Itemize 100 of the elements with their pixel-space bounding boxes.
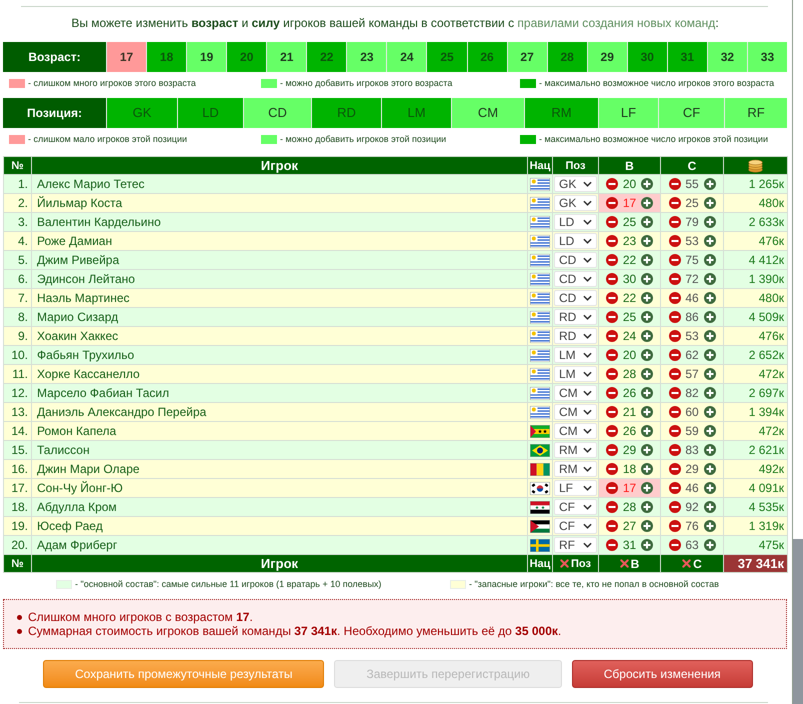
plus-icon[interactable]: [704, 501, 716, 513]
position-select[interactable]: GK: [554, 195, 597, 211]
plus-icon[interactable]: [641, 425, 653, 437]
minus-icon[interactable]: [606, 235, 618, 247]
plus-icon[interactable]: [641, 501, 653, 513]
minus-icon[interactable]: [606, 482, 618, 494]
plus-icon[interactable]: [641, 178, 653, 190]
minus-icon[interactable]: [668, 292, 680, 304]
position-select[interactable]: RD: [554, 328, 597, 344]
plus-icon[interactable]: [641, 520, 653, 532]
plus-icon[interactable]: [641, 482, 653, 494]
plus-icon[interactable]: [704, 444, 716, 456]
minus-icon[interactable]: [668, 273, 680, 285]
plus-icon[interactable]: [704, 425, 716, 437]
position-select[interactable]: LF: [554, 480, 597, 496]
minus-icon[interactable]: [668, 235, 680, 247]
minus-icon[interactable]: [606, 425, 618, 437]
reset-button[interactable]: Сбросить изменения: [572, 660, 753, 688]
plus-icon[interactable]: [641, 349, 653, 361]
plus-icon[interactable]: [641, 387, 653, 399]
plus-icon[interactable]: [641, 254, 653, 266]
minus-icon[interactable]: [606, 520, 618, 532]
plus-icon[interactable]: [704, 539, 716, 551]
minus-icon[interactable]: [668, 520, 680, 532]
minus-icon[interactable]: [606, 387, 618, 399]
minus-icon[interactable]: [668, 197, 680, 209]
plus-icon[interactable]: [641, 444, 653, 456]
position-select[interactable]: RF: [554, 537, 597, 553]
minus-icon[interactable]: [668, 254, 680, 266]
position-select[interactable]: LM: [554, 366, 597, 382]
plus-icon[interactable]: [704, 292, 716, 304]
position-select[interactable]: CM: [554, 423, 597, 439]
plus-icon[interactable]: [641, 463, 653, 475]
plus-icon[interactable]: [641, 539, 653, 551]
minus-icon[interactable]: [668, 178, 680, 190]
minus-icon[interactable]: [668, 406, 680, 418]
minus-icon[interactable]: [668, 387, 680, 399]
position-select[interactable]: LM: [554, 347, 597, 363]
position-select[interactable]: CM: [554, 385, 597, 401]
position-select[interactable]: CD: [554, 252, 597, 268]
minus-icon[interactable]: [606, 406, 618, 418]
minus-icon[interactable]: [668, 330, 680, 342]
plus-icon[interactable]: [704, 178, 716, 190]
plus-icon[interactable]: [641, 311, 653, 323]
plus-icon[interactable]: [704, 406, 716, 418]
plus-icon[interactable]: [704, 349, 716, 361]
plus-icon[interactable]: [641, 368, 653, 380]
minus-icon[interactable]: [606, 254, 618, 266]
minus-icon[interactable]: [606, 463, 618, 475]
position-select[interactable]: CD: [554, 271, 597, 287]
plus-icon[interactable]: [704, 273, 716, 285]
position-select[interactable]: LD: [554, 233, 597, 249]
minus-icon[interactable]: [606, 501, 618, 513]
position-select[interactable]: CD: [554, 290, 597, 306]
minus-icon[interactable]: [606, 216, 618, 228]
position-select[interactable]: RM: [554, 461, 597, 477]
minus-icon[interactable]: [668, 349, 680, 361]
minus-icon[interactable]: [668, 539, 680, 551]
minus-icon[interactable]: [606, 311, 618, 323]
plus-icon[interactable]: [641, 273, 653, 285]
plus-icon[interactable]: [704, 463, 716, 475]
plus-icon[interactable]: [704, 520, 716, 532]
position-select[interactable]: LD: [554, 214, 597, 230]
plus-icon[interactable]: [704, 387, 716, 399]
minus-icon[interactable]: [668, 311, 680, 323]
minus-icon[interactable]: [668, 463, 680, 475]
position-select[interactable]: RM: [554, 442, 597, 458]
plus-icon[interactable]: [641, 330, 653, 342]
plus-icon[interactable]: [641, 216, 653, 228]
position-select[interactable]: GK: [554, 176, 597, 192]
plus-icon[interactable]: [704, 311, 716, 323]
plus-icon[interactable]: [704, 368, 716, 380]
rules-link[interactable]: правилами создания новых команд: [517, 16, 716, 30]
plus-icon[interactable]: [641, 292, 653, 304]
plus-icon[interactable]: [641, 197, 653, 209]
position-select[interactable]: CM: [554, 404, 597, 420]
minus-icon[interactable]: [606, 444, 618, 456]
plus-icon[interactable]: [704, 254, 716, 266]
minus-icon[interactable]: [668, 216, 680, 228]
minus-icon[interactable]: [606, 368, 618, 380]
plus-icon[interactable]: [704, 235, 716, 247]
minus-icon[interactable]: [606, 539, 618, 551]
minus-icon[interactable]: [668, 482, 680, 494]
minus-icon[interactable]: [606, 349, 618, 361]
minus-icon[interactable]: [606, 273, 618, 285]
position-select[interactable]: RD: [554, 309, 597, 325]
position-select[interactable]: CF: [554, 518, 597, 534]
position-select[interactable]: CF: [554, 499, 597, 515]
plus-icon[interactable]: [704, 482, 716, 494]
plus-icon[interactable]: [704, 330, 716, 342]
minus-icon[interactable]: [606, 178, 618, 190]
plus-icon[interactable]: [704, 197, 716, 209]
plus-icon[interactable]: [641, 406, 653, 418]
minus-icon[interactable]: [606, 330, 618, 342]
minus-icon[interactable]: [668, 425, 680, 437]
minus-icon[interactable]: [668, 444, 680, 456]
minus-icon[interactable]: [606, 292, 618, 304]
minus-icon[interactable]: [606, 197, 618, 209]
minus-icon[interactable]: [668, 501, 680, 513]
minus-icon[interactable]: [668, 368, 680, 380]
